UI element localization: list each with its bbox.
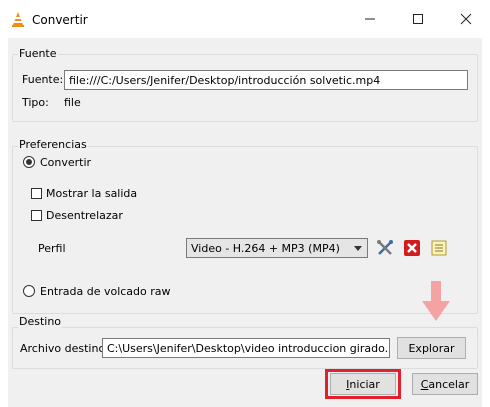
delete-icon xyxy=(404,240,420,256)
deinterlace-checkbox[interactable] xyxy=(31,210,42,221)
convert-option-label: Convertir xyxy=(40,156,92,169)
window-title: Convertir xyxy=(32,13,88,27)
source-label: Fuente: xyxy=(22,73,64,86)
source-group-label: Fuente xyxy=(18,47,58,60)
destination-file-label: Archivo destino: xyxy=(20,342,109,355)
new-profile-icon xyxy=(431,240,447,256)
start-button[interactable]: Iniciar xyxy=(330,373,396,395)
arrow-down-icon xyxy=(422,281,450,321)
vlc-cone-icon xyxy=(12,12,24,27)
profile-label: Perfil xyxy=(38,242,66,255)
tools-icon xyxy=(377,240,393,255)
show-output-label: Mostrar la salida xyxy=(46,187,138,200)
new-profile-button[interactable] xyxy=(428,237,450,259)
browse-button-label: Explorar xyxy=(408,341,455,355)
browse-button[interactable]: Explorar xyxy=(397,337,466,359)
destination-file-input[interactable]: C:\Users\Jenifer\Desktop\video introducc… xyxy=(102,338,390,358)
type-value: file xyxy=(64,96,81,109)
dialog-body: Fuente Fuente: file:///C:/Users/Jenifer/… xyxy=(8,38,482,407)
chevron-down-icon xyxy=(354,246,362,251)
profile-select[interactable]: Video - H.264 + MP3 (MP4) xyxy=(186,238,368,258)
deinterlace-label: Desentrelazar xyxy=(46,209,123,222)
convert-radio[interactable] xyxy=(23,156,35,168)
radio-selected-dot xyxy=(26,159,32,165)
minimize-button[interactable] xyxy=(350,6,390,32)
start-button-label: Iniciar xyxy=(346,377,380,391)
minimize-icon xyxy=(365,18,375,20)
close-icon xyxy=(460,13,472,25)
title-bar: Convertir xyxy=(0,0,490,38)
preferences-group-label: Preferencias xyxy=(18,138,88,151)
raw-dump-radio[interactable] xyxy=(23,285,35,297)
destination-group-label: Destino xyxy=(18,315,63,328)
edit-profile-button[interactable] xyxy=(374,237,396,259)
cancel-button[interactable]: Cancelar xyxy=(412,373,478,395)
show-output-checkbox[interactable] xyxy=(31,188,42,199)
source-input[interactable]: file:///C:/Users/Jenifer/Desktop/introdu… xyxy=(64,70,468,90)
delete-profile-button[interactable] xyxy=(401,237,423,259)
cancel-button-label: Cancelar xyxy=(420,377,470,391)
raw-dump-label: Entrada de volcado raw xyxy=(40,285,171,298)
type-label: Tipo: xyxy=(22,96,49,109)
profile-select-value: Video - H.264 + MP3 (MP4) xyxy=(191,242,340,255)
maximize-icon xyxy=(413,14,423,24)
close-button[interactable] xyxy=(446,6,486,32)
maximize-button[interactable] xyxy=(398,6,438,32)
